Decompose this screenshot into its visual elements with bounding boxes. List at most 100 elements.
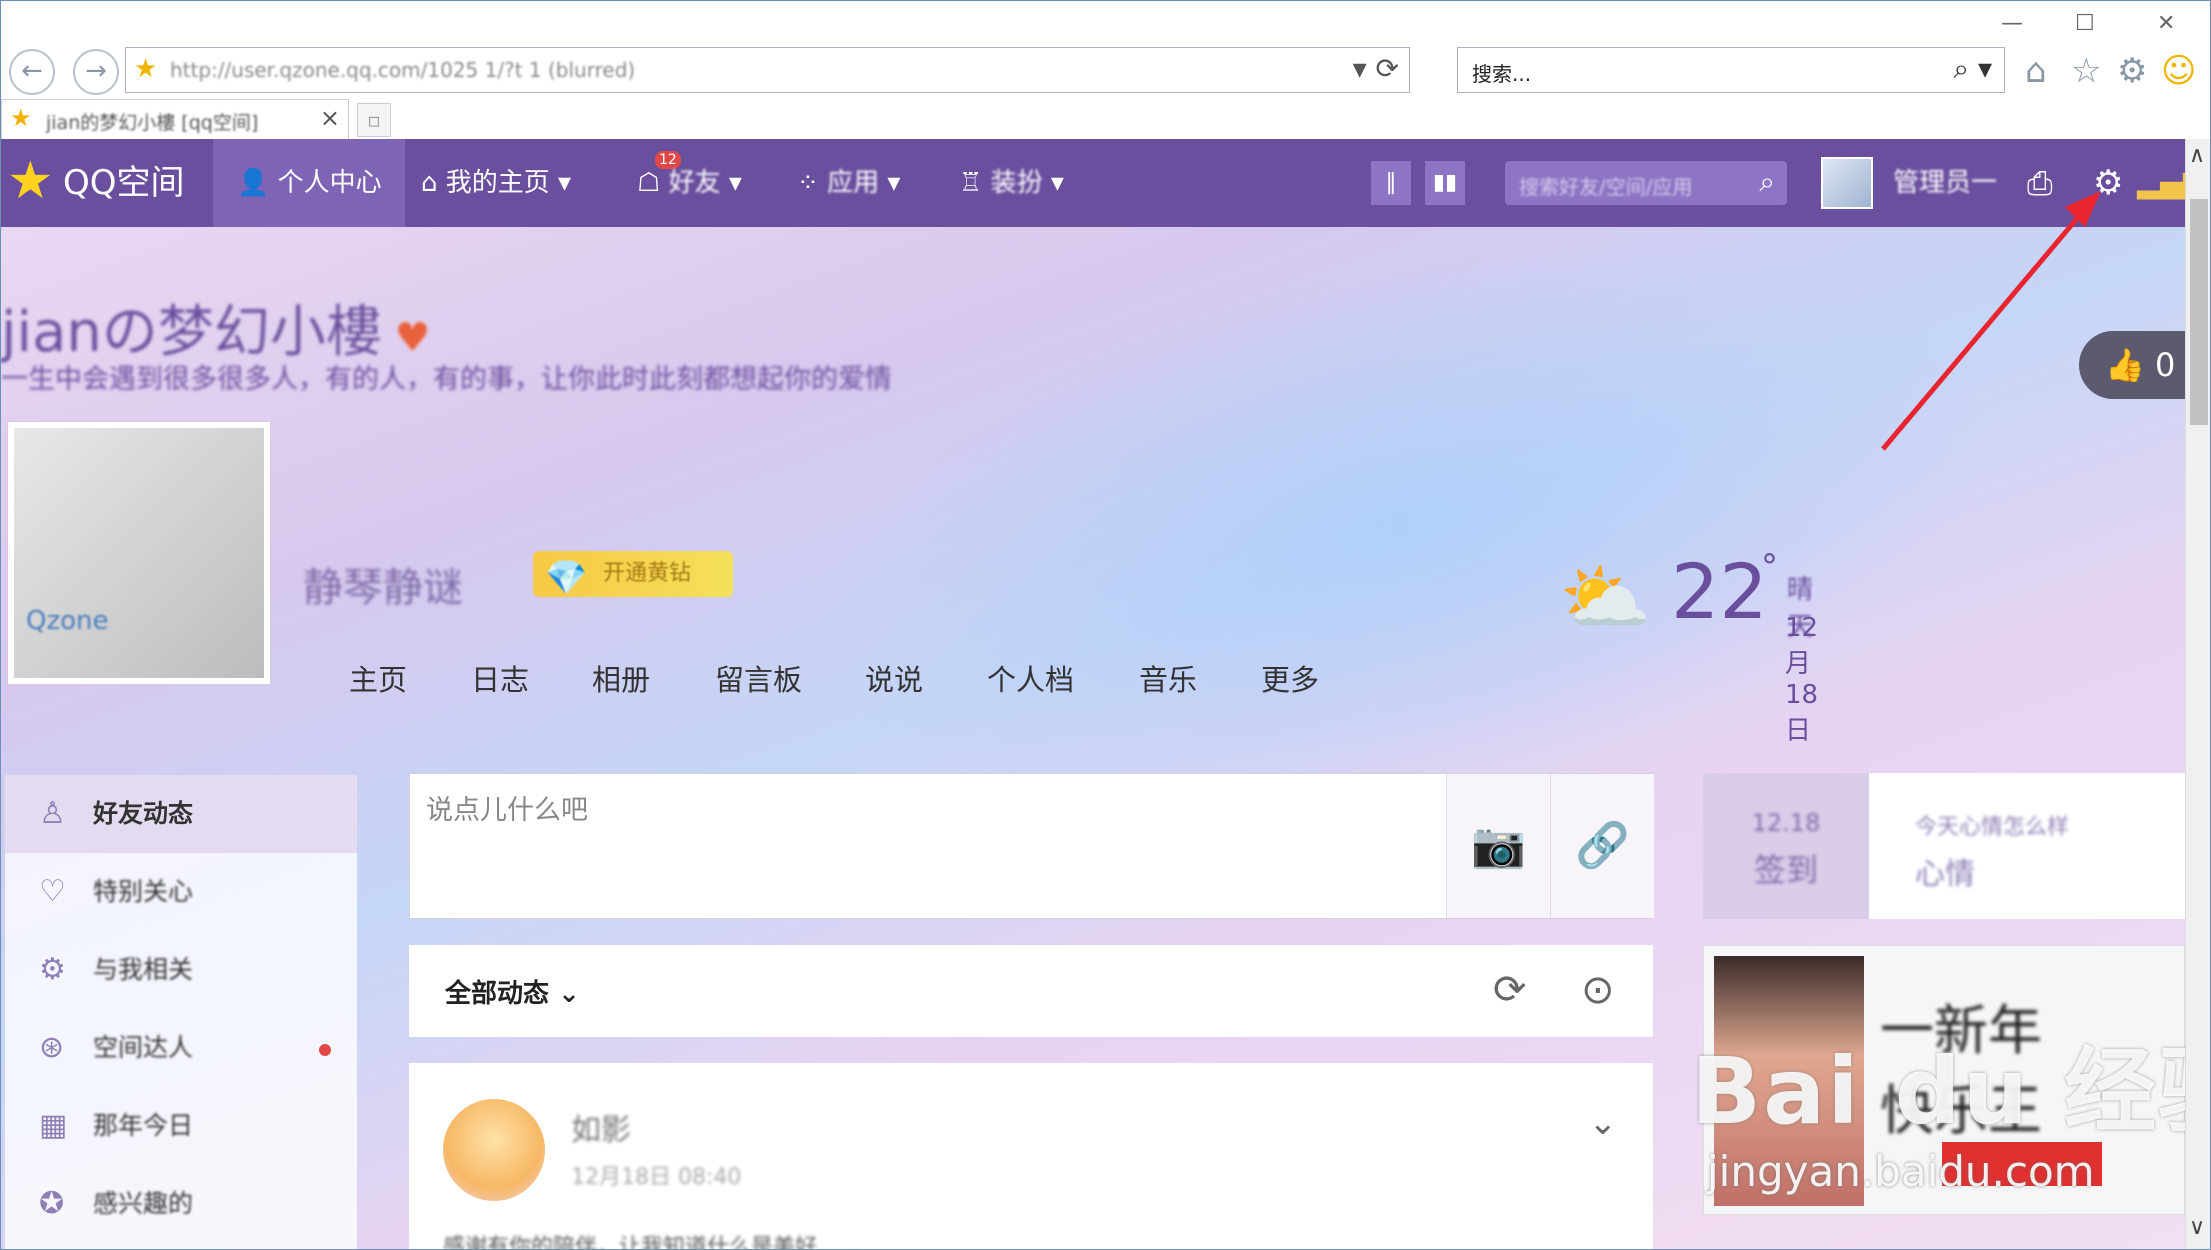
- nav-personal-center[interactable]: 👤 个人中心: [213, 139, 405, 227]
- diamond-icon: 💎: [545, 558, 588, 598]
- sidebar-item-label: 那年今日: [93, 1111, 194, 1140]
- feed-menu-chevron-icon[interactable]: ⌄: [1589, 1103, 1618, 1143]
- profile-avatar[interactable]: Qzone: [7, 421, 271, 685]
- message-icon[interactable]: ⎙: [2027, 139, 2053, 227]
- sidebar-item-label: 好友动态: [93, 799, 194, 828]
- qzone-search-placeholder: 搜索好友/空间/应用: [1519, 175, 1693, 199]
- gear-icon[interactable]: ⚙: [2117, 51, 2147, 91]
- sidebar-item-special-care[interactable]: ♡ 特别关心: [5, 853, 357, 931]
- right-panel-tabs: 12.18 签到 今天心情怎么样 心情: [1703, 773, 2185, 919]
- space-nav-album[interactable]: 相册: [592, 657, 650, 699]
- maximize-icon[interactable]: ☐: [2075, 11, 2095, 36]
- page-scrollbar[interactable]: ∧ ∨: [2185, 139, 2210, 1249]
- calendar-icon: ▦: [39, 1108, 68, 1143]
- nav-friends[interactable]: ☖ 12 好友 ▾: [637, 139, 742, 227]
- nav-label: 装扮: [990, 168, 1043, 198]
- space-nav-home[interactable]: 主页: [349, 657, 407, 699]
- baidu-watermark-url: jingyan.baidu.com: [1707, 1147, 2095, 1196]
- heart-icon: ♡: [39, 874, 66, 909]
- avatar-caption: Qzone: [26, 606, 109, 636]
- weather-temp: 22: [1671, 547, 1768, 636]
- space-nav-blog[interactable]: 日志: [471, 657, 529, 699]
- minimize-icon[interactable]: —: [2001, 11, 2023, 36]
- feed-avatar[interactable]: [443, 1099, 545, 1201]
- search-icon[interactable]: ⌕ ▾: [1953, 52, 1992, 86]
- space-title: jianの梦幻小樓 ♥: [1, 287, 431, 368]
- feed-time: 12月18日 08:40: [571, 1165, 742, 1190]
- scroll-down-icon[interactable]: ∨: [2189, 1215, 2205, 1240]
- home-icon[interactable]: ⌂: [2025, 51, 2047, 91]
- favorites-icon[interactable]: ☆: [2071, 51, 2101, 91]
- music-pause-button[interactable]: ‖: [1371, 161, 1411, 205]
- left-sidebar: ♙ 好友动态 ♡ 特别关心 ⚙ 与我相关 ⊛ 空间达人 ▦ 那年今日 ✪ 感兴趣的: [5, 775, 357, 1249]
- gear-circle-icon: ⚙: [39, 952, 66, 987]
- sidebar-item-label: 特别关心: [93, 877, 194, 906]
- feed-author[interactable]: 如影: [571, 1105, 631, 1149]
- refresh-feed-icon[interactable]: ⟳: [1493, 967, 1527, 1013]
- vip-badge[interactable]: 💎 开通黄钻: [533, 551, 733, 598]
- sidebar-item-friend-feed[interactable]: ♙ 好友动态: [5, 775, 357, 853]
- browser-tab[interactable]: ★ jian的梦幻小樓 [qq空间] ×: [1, 99, 349, 139]
- profile-username: 静琴静谜: [303, 565, 463, 611]
- nav-my-home[interactable]: ⌂ 我的主页 ▾: [421, 139, 571, 227]
- sidebar-item-memories[interactable]: ▦ 那年今日: [5, 1087, 357, 1165]
- shirt-icon: ♖: [959, 168, 991, 198]
- forward-icon[interactable]: →: [73, 49, 119, 95]
- close-tab-icon[interactable]: ×: [320, 104, 340, 132]
- settings-gear-icon[interactable]: ⚙: [2093, 139, 2123, 227]
- smiley-icon[interactable]: ☺: [2161, 51, 2196, 91]
- close-window-icon[interactable]: ✕: [2157, 11, 2175, 36]
- checkin-tab[interactable]: 12.18 签到: [1703, 773, 1869, 919]
- favicon-icon: ★: [134, 54, 158, 84]
- address-bar[interactable]: ★ http://user.qzone.qq.com/1025 1/?t 1 (…: [125, 47, 1410, 93]
- space-nav-shuoshuo[interactable]: 说说: [865, 657, 923, 699]
- nav-label: 应用: [827, 168, 880, 198]
- sidebar-item-experts[interactable]: ⊛ 空间达人: [5, 1009, 357, 1087]
- user-icon: 👤: [237, 168, 278, 198]
- browser-chrome: — ☐ ✕ ← → ★ http://user.qzone.qq.com/102…: [1, 1, 2210, 139]
- home-nav-icon: ⌂: [421, 168, 446, 198]
- space-nav-guestbook[interactable]: 留言板: [715, 657, 802, 699]
- qzone-logo[interactable]: ★ QQ空间: [1, 139, 211, 227]
- qzone-logo-text: QQ空间: [63, 163, 185, 203]
- feed-filter-bar: 全部动态 ⌄ ⟳ ⊙: [409, 945, 1653, 1037]
- sidebar-item-label: 感兴趣的: [93, 1189, 194, 1218]
- space-nav-profile[interactable]: 个人档: [987, 657, 1074, 699]
- camera-icon[interactable]: 📷: [1446, 774, 1550, 918]
- sidebar-item-interests[interactable]: ✪ 感兴趣的: [5, 1165, 357, 1243]
- space-nav-music[interactable]: 音乐: [1139, 657, 1197, 699]
- baidu-watermark: Bai du 经验: [1691, 1038, 2211, 1145]
- feed-filter-dropdown[interactable]: 全部动态 ⌄: [445, 973, 580, 1010]
- feed-text: 感谢有你的陪伴，让我知道什么是美好……: [443, 1235, 862, 1250]
- status-composer[interactable]: 说点儿什么吧 📷 🔗: [409, 773, 1654, 919]
- checkin-date: 12.18: [1751, 809, 1821, 837]
- url-text: http://user.qzone.qq.com/1025 1/?t 1 (bl…: [170, 58, 636, 82]
- scroll-up-icon[interactable]: ∧: [2189, 143, 2205, 168]
- feed-item: 如影 12月18日 08:40 ⌄ 感谢有你的陪伴，让我知道什么是美好……: [409, 1063, 1653, 1250]
- chevron-down-icon: ⌄: [558, 979, 580, 1009]
- scrollbar-thumb[interactable]: [2190, 199, 2208, 425]
- browser-search[interactable]: 搜索... ⌕ ▾: [1457, 47, 2005, 93]
- thumbs-up-icon: 👍: [2105, 346, 2156, 384]
- nav-dressup[interactable]: ♖ 装扮 ▾: [959, 139, 1064, 227]
- sidebar-item-label: 与我相关: [93, 955, 194, 984]
- person-icon: ♙: [39, 796, 66, 831]
- link-icon[interactable]: 🔗: [1550, 774, 1654, 918]
- mood-prompt: 今天心情怎么样: [1915, 815, 2070, 840]
- refresh-icon[interactable]: ▾ ⟳: [1353, 52, 1399, 85]
- mood-tab[interactable]: 今天心情怎么样 心情: [1915, 809, 2069, 893]
- nav-apps[interactable]: ⁘ 应用 ▾: [797, 139, 900, 227]
- feed-settings-icon[interactable]: ⊙: [1581, 967, 1615, 1013]
- notification-dot: [319, 1044, 331, 1056]
- space-nav-more[interactable]: 更多: [1261, 657, 1319, 699]
- sidebar-item-related[interactable]: ⚙ 与我相关: [5, 931, 357, 1009]
- nav-label: 好友: [668, 168, 721, 198]
- vip-label: 开通黄钻: [603, 561, 692, 586]
- like-button[interactable]: 👍 0: [2079, 331, 2189, 399]
- music-eq-button[interactable]: ▮▮: [1425, 161, 1465, 205]
- friends-icon: ☖: [637, 168, 661, 198]
- new-tab-button[interactable]: ▫: [357, 103, 391, 137]
- space-title-text: jianの梦幻小樓: [1, 300, 382, 365]
- compass-icon: ⊛: [39, 1030, 65, 1065]
- back-icon[interactable]: ←: [9, 49, 55, 95]
